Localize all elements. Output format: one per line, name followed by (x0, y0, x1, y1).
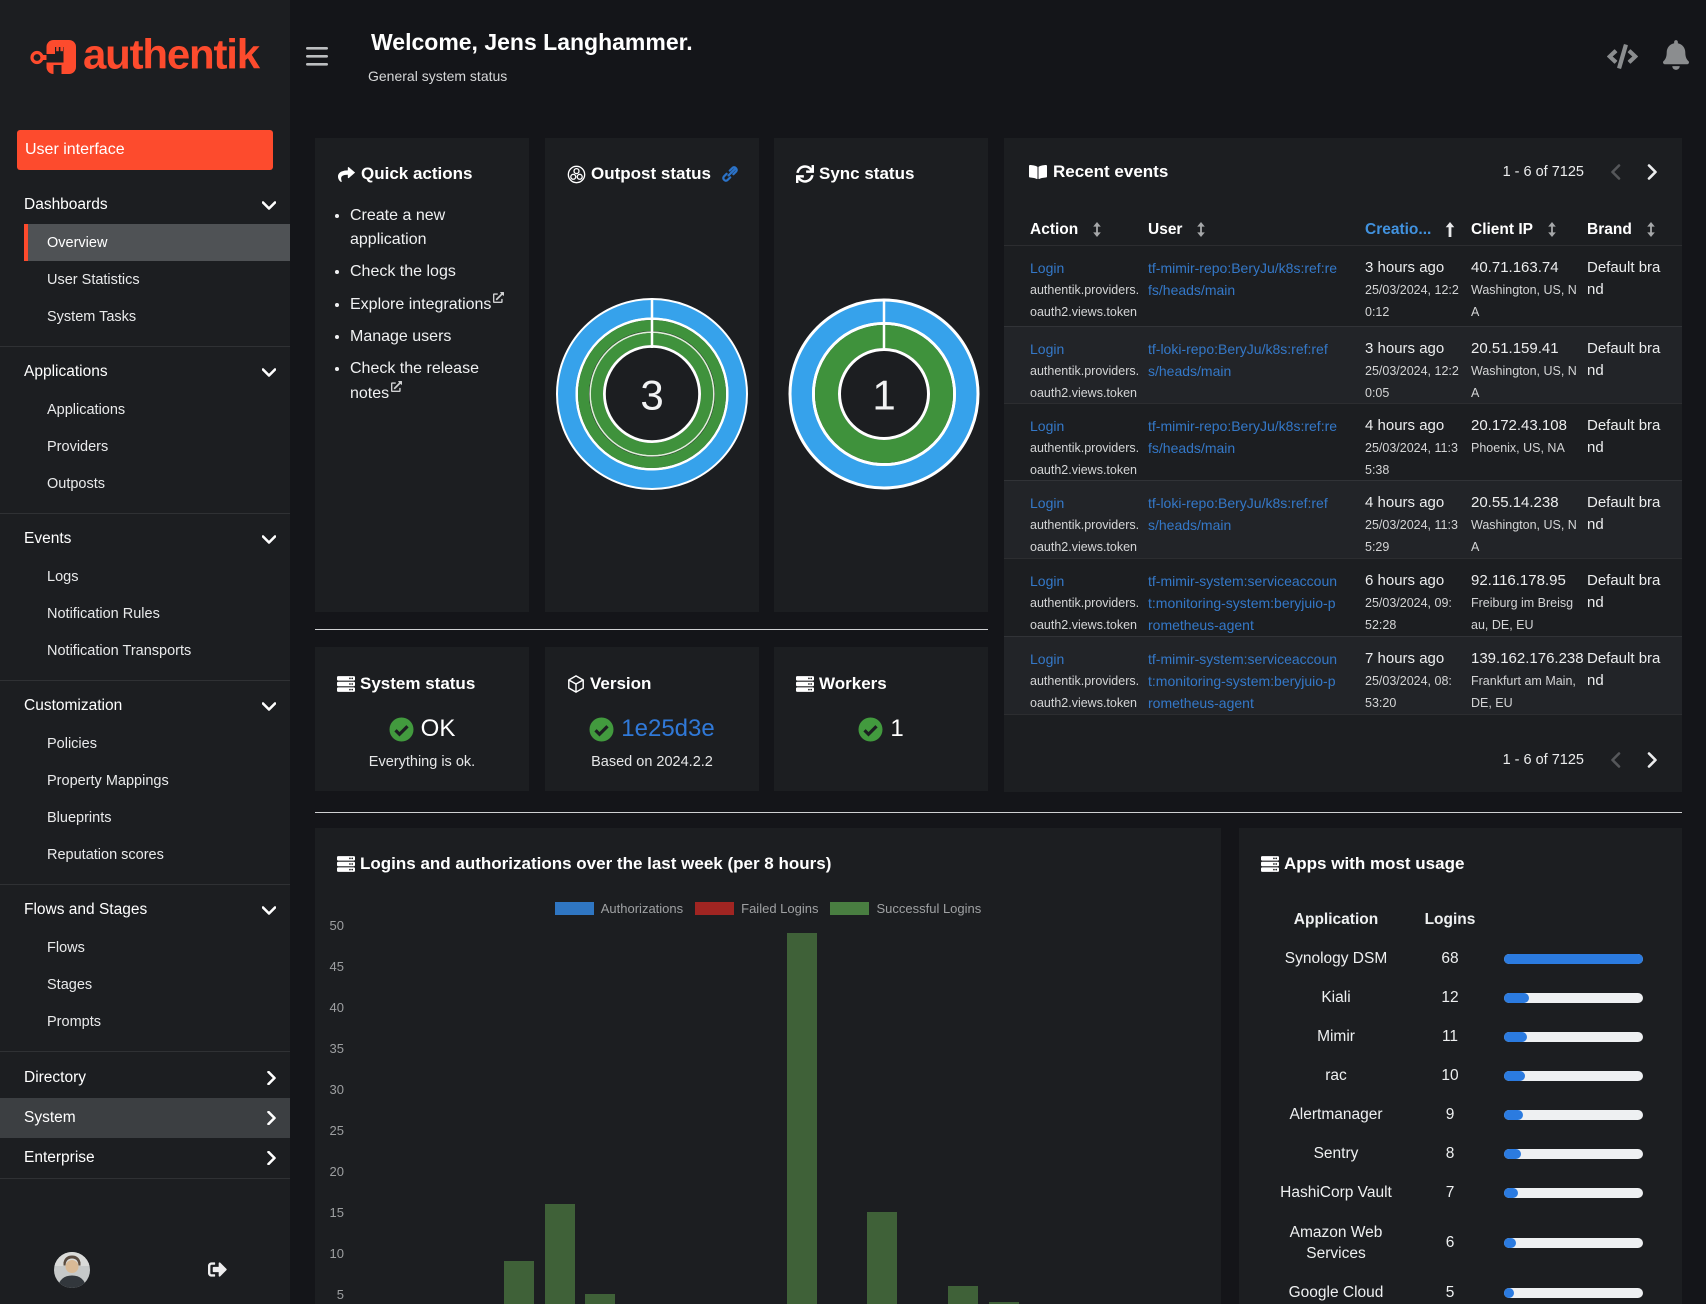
svg-text:3: 3 (640, 372, 663, 419)
svg-text:authentik: authentik (83, 36, 261, 78)
svg-text:1: 1 (872, 372, 895, 419)
